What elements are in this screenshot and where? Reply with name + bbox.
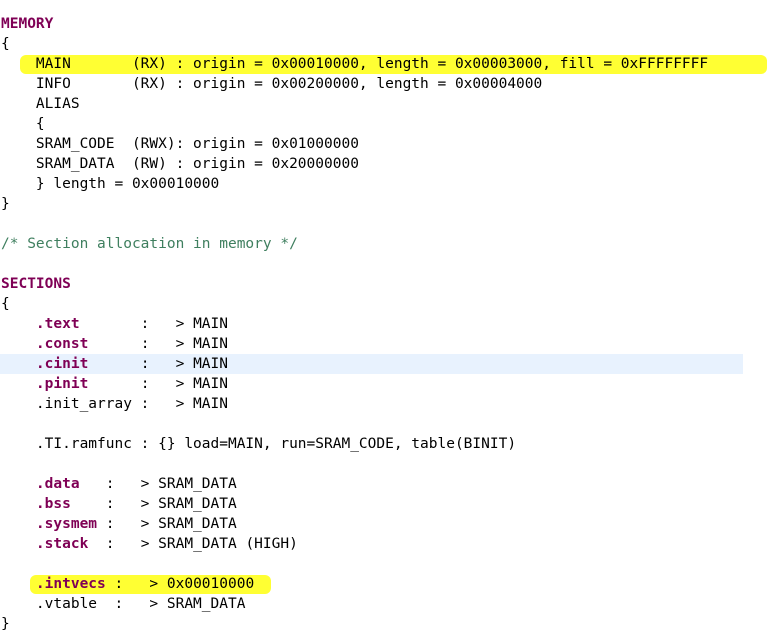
code-line[interactable]: .const : > MAIN — [0, 334, 770, 354]
code-line[interactable]: .init_array : > MAIN — [0, 394, 770, 414]
code-line-empty[interactable] — [0, 554, 770, 574]
alias-close-length: } length = 0x00010000 — [1, 176, 220, 192]
section-name-text: .text — [35, 316, 80, 332]
section-name-const: .const — [35, 336, 89, 352]
memory-sram-data-entry: SRAM_DATA (RW) : origin = 0x20000000 — [1, 156, 359, 172]
code-line[interactable]: MEMORY — [0, 14, 770, 34]
section-target: : > MAIN — [88, 356, 228, 372]
section-name-pinit: .pinit — [35, 376, 89, 392]
code-editor[interactable]: MEMORY { MAIN (RX) : origin = 0x00010000… — [0, 14, 770, 634]
open-brace: { — [1, 36, 10, 52]
code-line[interactable]: SRAM_CODE (RWX): origin = 0x01000000 — [0, 134, 770, 154]
code-line[interactable]: .bss : > SRAM_DATA — [0, 494, 770, 514]
code-line[interactable]: .text : > MAIN — [0, 314, 770, 334]
code-line-current[interactable]: .cinit : > MAIN — [0, 354, 743, 374]
code-line-empty[interactable] — [0, 414, 770, 434]
section-name-stack: .stack — [35, 536, 89, 552]
memory-info-entry: INFO (RX) : origin = 0x00200000, length … — [1, 76, 543, 92]
code-comment: /* Section allocation in memory */ — [1, 236, 298, 252]
section-name-data: .data — [35, 476, 80, 492]
code-line[interactable]: { — [0, 294, 770, 314]
section-ramfunc: .TI.ramfunc : {} load=MAIN, run=SRAM_COD… — [1, 436, 517, 452]
section-target: : > SRAM_DATA — [97, 516, 237, 532]
code-line[interactable]: } — [0, 194, 770, 214]
memory-main-entry: MAIN (RX) : origin = 0x00010000, length … — [1, 56, 709, 72]
section-name-sysmem: .sysmem — [35, 516, 98, 532]
section-target: : > 0x00010000 — [105, 576, 255, 592]
code-line[interactable]: SECTIONS — [0, 274, 770, 294]
code-line[interactable]: .pinit : > MAIN — [0, 374, 770, 394]
code-line[interactable]: SRAM_DATA (RW) : origin = 0x20000000 — [0, 154, 770, 174]
code-line[interactable]: .data : > SRAM_DATA — [0, 474, 770, 494]
section-name-cinit: .cinit — [35, 356, 89, 372]
code-line-main-highlighted[interactable]: MAIN (RX) : origin = 0x00010000, length … — [0, 54, 770, 74]
memory-alias-entry: ALIAS — [1, 96, 80, 112]
code-line[interactable]: /* Section allocation in memory */ — [0, 234, 770, 254]
section-init-array: .init_array : > MAIN — [1, 396, 228, 412]
section-target: : > SRAM_DATA — [70, 496, 237, 512]
section-target: : > SRAM_DATA (HIGH) — [88, 536, 298, 552]
code-line[interactable]: INFO (RX) : origin = 0x00200000, length … — [0, 74, 770, 94]
code-line[interactable]: ALIAS — [0, 94, 770, 114]
code-line[interactable]: .TI.ramfunc : {} load=MAIN, run=SRAM_COD… — [0, 434, 770, 454]
code-line[interactable]: .vtable : > SRAM_DATA — [0, 594, 770, 614]
code-line-empty[interactable] — [0, 214, 770, 234]
section-target: : > SRAM_DATA — [79, 476, 237, 492]
open-brace: { — [1, 296, 10, 312]
code-line[interactable]: } length = 0x00010000 — [0, 174, 770, 194]
section-target: : > MAIN — [79, 316, 228, 332]
code-line-empty[interactable] — [0, 254, 770, 274]
code-line[interactable]: .stack : > SRAM_DATA (HIGH) — [0, 534, 770, 554]
memory-sram-code-entry: SRAM_CODE (RWX): origin = 0x01000000 — [1, 136, 359, 152]
code-line[interactable]: { — [0, 114, 770, 134]
code-line[interactable]: { — [0, 34, 770, 54]
close-brace: } — [1, 616, 10, 632]
close-brace: } — [1, 196, 10, 212]
section-target: : > MAIN — [88, 336, 228, 352]
alias-open-brace: { — [1, 116, 45, 132]
code-line-intvecs-highlighted[interactable]: .intvecs : > 0x00010000 — [0, 574, 770, 594]
section-name-intvecs: .intvecs — [35, 576, 106, 592]
sections-keyword: SECTIONS — [1, 276, 71, 292]
code-line[interactable]: .sysmem : > SRAM_DATA — [0, 514, 770, 534]
section-target: : > MAIN — [88, 376, 228, 392]
section-vtable: .vtable : > SRAM_DATA — [1, 596, 246, 612]
code-line-empty[interactable] — [0, 454, 770, 474]
section-name-bss: .bss — [35, 496, 71, 512]
code-line[interactable]: } — [0, 614, 770, 634]
memory-keyword: MEMORY — [1, 16, 54, 32]
